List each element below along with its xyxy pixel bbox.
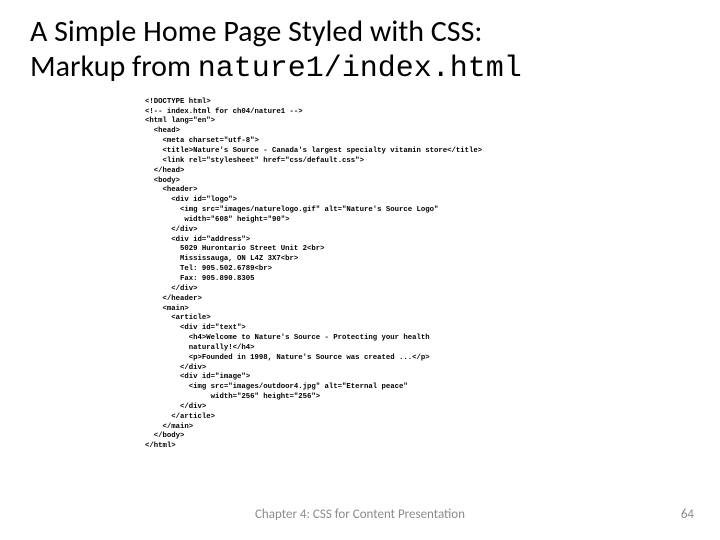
code-line: <h4>Welcome to Nature's Source - Protect…: [145, 334, 430, 342]
code-line: <link rel="stylesheet" href="css/default…: [145, 157, 364, 165]
code-line: <main>: [145, 305, 189, 313]
code-line: naturally!</h4>: [145, 344, 254, 352]
code-line: <p>Founded in 1998, Nature's Source was …: [145, 354, 430, 362]
code-line: Fax: 905.890.8305: [145, 275, 254, 283]
code-line: <img src="images/outdoor4.jpg" alt="Eter…: [145, 383, 408, 391]
code-line: width="256" height="256">: [145, 393, 320, 401]
code-line: 5029 Hurontario Street Unit 2<br>: [145, 245, 325, 253]
code-line: <article>: [145, 314, 211, 322]
code-line: <img src="images/naturelogo.gif" alt="Na…: [145, 206, 438, 214]
footer-page-number: 64: [681, 507, 694, 522]
code-line: <body>: [145, 177, 180, 185]
title-line2-mono: nature1/index.html: [198, 52, 522, 86]
slide-title: A Simple Home Page Styled with CSS: Mark…: [0, 0, 720, 88]
code-line: </html>: [145, 442, 176, 450]
code-line: </div>: [145, 226, 198, 234]
code-line: <title>Nature's Source - Canada's larges…: [145, 147, 482, 155]
code-line: <div id="address">: [145, 236, 250, 244]
code-line: </head>: [145, 167, 184, 175]
code-listing: <!DOCTYPE html> <!-- index.html for ch04…: [145, 98, 575, 452]
code-line: width="608" height="90">: [145, 216, 290, 224]
code-line: </body>: [145, 432, 184, 440]
code-line: </div>: [145, 364, 206, 372]
code-line: </main>: [145, 423, 193, 431]
code-line: <div id="logo">: [145, 196, 237, 204]
code-line: <div id="text">: [145, 324, 246, 332]
code-line: <!DOCTYPE html>: [145, 98, 211, 106]
slide: A Simple Home Page Styled with CSS: Mark…: [0, 0, 720, 540]
code-line: Tel: 905.502.6789<br>: [145, 265, 272, 273]
code-line: <header>: [145, 186, 198, 194]
title-line2-prefix: Markup from: [30, 48, 198, 85]
code-line: </header>: [145, 295, 202, 303]
code-line: <meta charset="utf-8">: [145, 137, 259, 145]
title-line1: A Simple Home Page Styled with CSS:: [30, 13, 482, 50]
code-line: </article>: [145, 413, 215, 421]
footer-chapter: Chapter 4: CSS for Content Presentation: [0, 507, 720, 522]
code-line: </div>: [145, 285, 198, 293]
code-line: </div>: [145, 403, 206, 411]
code-line: <div id="image">: [145, 373, 250, 381]
code-line: <!-- index.html for ch04/nature1 -->: [145, 108, 303, 116]
code-line: <html lang="en">: [145, 117, 215, 125]
code-line: <head>: [145, 127, 180, 135]
code-line: Mississauga, ON L4Z 3X7<br>: [145, 255, 298, 263]
